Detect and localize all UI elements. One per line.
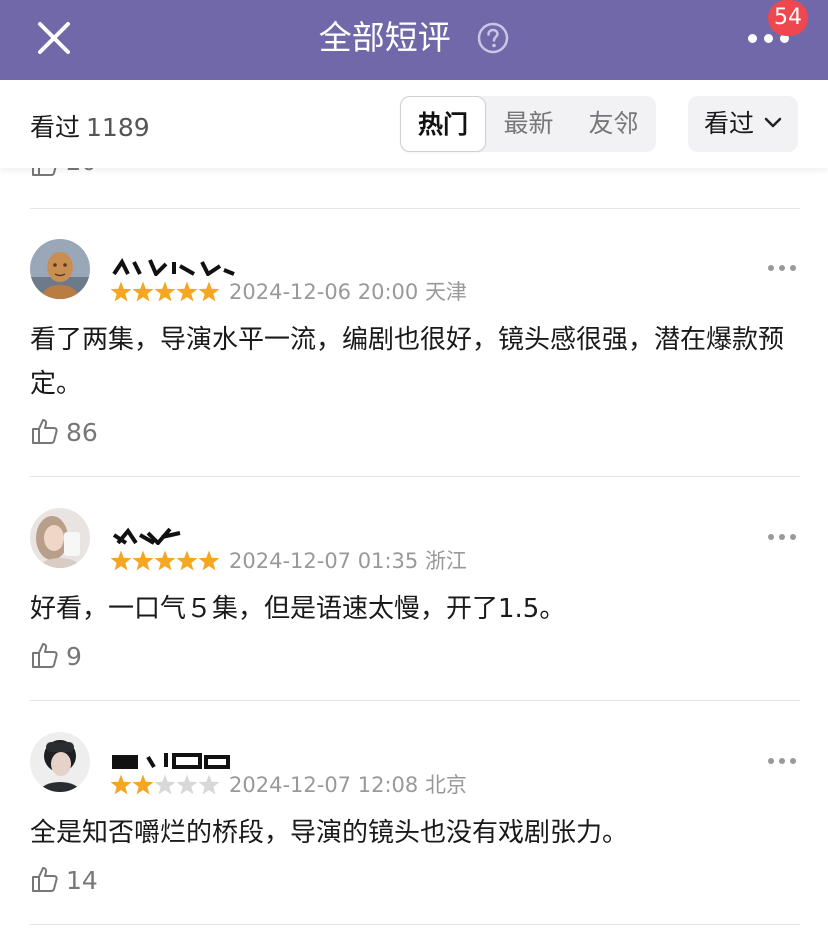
like-count: 9 — [66, 642, 82, 671]
like-count: 14 — [66, 866, 98, 895]
divider — [30, 476, 800, 477]
star-empty-icon — [154, 774, 176, 795]
tab-latest[interactable]: 最新 — [486, 96, 571, 152]
review-text: 看了两集，导演水平一流，编剧也很好，镜头感很强，潜在爆款预定。 — [30, 325, 785, 399]
star-filled-icon — [132, 281, 154, 302]
review-location: 天津 — [424, 280, 467, 304]
filter-bar: 看过 1189 热门 最新 友邻 看过 — [0, 80, 828, 168]
divider — [30, 700, 800, 701]
review-item: 2024-12-06 20:00 天津 看了两集，导演水平一流，编剧也很好，镜头… — [0, 236, 828, 476]
review-date: 2024-12-06 20:00 — [229, 280, 419, 304]
review-meta: 2024-12-06 20:00 天津 — [229, 279, 467, 305]
review-date: 2024-12-07 01:35 — [229, 549, 419, 573]
star-rating — [110, 774, 220, 795]
chevron-down-icon — [764, 117, 782, 128]
username[interactable] — [110, 741, 240, 769]
star-filled-icon — [110, 774, 132, 795]
review-more-button[interactable] — [766, 262, 798, 274]
star-filled-icon — [198, 281, 220, 302]
sort-tabs: 热门 最新 友邻 — [400, 96, 656, 152]
divider — [30, 924, 800, 925]
help-icon[interactable] — [477, 22, 509, 54]
watched-count: 1189 — [86, 113, 150, 142]
star-filled-icon — [176, 281, 198, 302]
star-filled-icon — [110, 281, 132, 302]
star-filled-icon — [176, 550, 198, 571]
thumbs-up-icon — [32, 419, 58, 444]
star-filled-icon — [154, 550, 176, 571]
avatar[interactable] — [30, 239, 90, 299]
tab-friends[interactable]: 友邻 — [571, 96, 656, 152]
divider — [30, 208, 800, 209]
star-empty-icon — [176, 774, 198, 795]
watched-label: 看过 — [30, 113, 81, 142]
thumbs-up-icon — [32, 867, 58, 892]
star-filled-icon — [110, 550, 132, 571]
top-nav-bar: 全部短评 54 — [0, 0, 828, 80]
star-empty-icon — [198, 774, 220, 795]
tab-hot[interactable]: 热门 — [400, 96, 486, 152]
review-meta: 2024-12-07 12:08 北京 — [229, 772, 467, 798]
username[interactable] — [110, 248, 240, 278]
review-date: 2024-12-07 12:08 — [229, 773, 419, 797]
review-location: 浙江 — [424, 549, 467, 573]
review-location: 北京 — [424, 773, 467, 797]
star-rating — [110, 281, 220, 302]
review-text: 好看，一口气５集，但是语速太慢，开了1.5。 — [30, 594, 566, 624]
status-dropdown-label: 看过 — [704, 109, 755, 138]
star-filled-icon — [154, 281, 176, 302]
status-dropdown[interactable]: 看过 — [688, 96, 798, 152]
avatar[interactable] — [30, 508, 90, 568]
review-meta: 2024-12-07 01:35 浙江 — [229, 548, 467, 574]
page-title-wrap: 全部短评 — [0, 14, 828, 60]
review-text: 全是知否嚼烂的桥段，导演的镜头也没有戏剧张力。 — [30, 818, 629, 848]
star-filled-icon — [198, 550, 220, 571]
like-count: 86 — [66, 418, 98, 447]
thumbs-up-icon — [32, 643, 58, 668]
star-filled-icon — [132, 774, 154, 795]
star-rating — [110, 550, 220, 571]
page-title: 全部短评 — [318, 17, 451, 57]
review-item: 2024-12-07 12:08 北京 全是知否嚼烂的桥段，导演的镜头也没有戏剧… — [0, 729, 828, 924]
star-filled-icon — [132, 550, 154, 571]
notification-badge[interactable]: 54 — [768, 0, 808, 36]
avatar[interactable] — [30, 732, 90, 792]
review-item: 2024-12-07 01:35 浙江 好看，一口气５集，但是语速太慢，开了1.… — [0, 505, 828, 700]
watched-summary: 看过 1189 — [30, 108, 150, 144]
username[interactable] — [110, 517, 240, 546]
review-more-button[interactable] — [766, 755, 798, 767]
review-more-button[interactable] — [766, 531, 798, 543]
